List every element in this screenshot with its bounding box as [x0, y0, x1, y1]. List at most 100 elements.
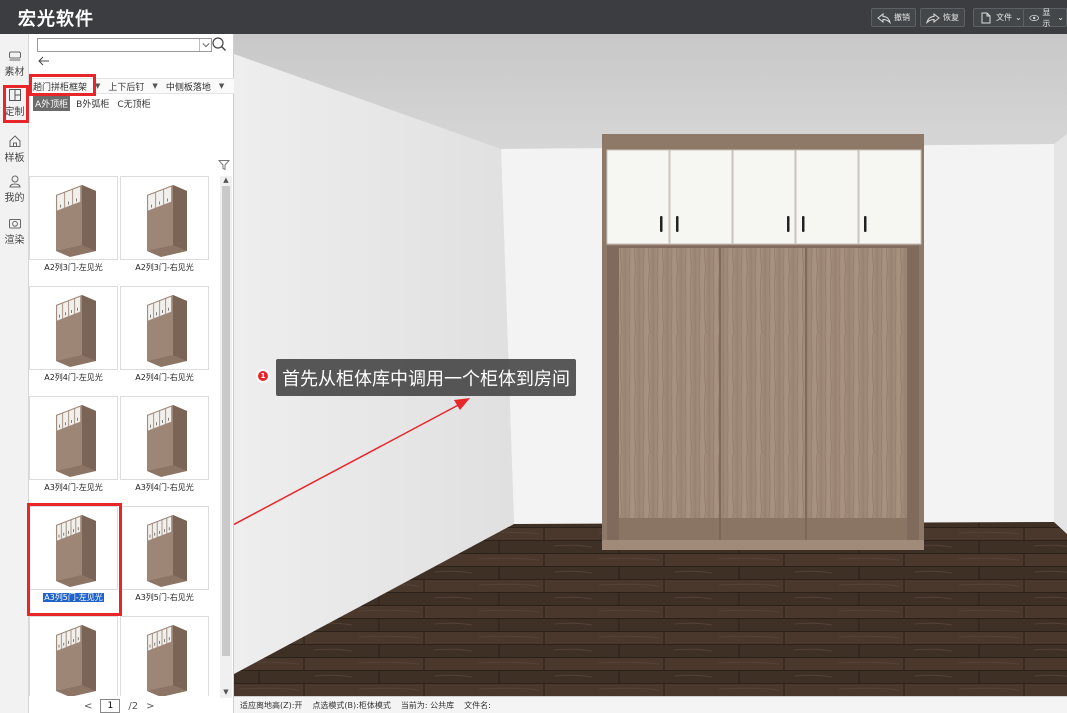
cabinet-label: A2列3门-右见光 [120, 262, 209, 273]
chevron-down-icon [199, 39, 211, 51]
highlight-box-custom [3, 85, 29, 123]
filter-funnel-icon[interactable] [218, 159, 230, 171]
wardrobe-cabinet[interactable] [602, 134, 924, 550]
cabinet-label-text: A2列4门-右见光 [135, 373, 194, 382]
material-icon [8, 51, 21, 61]
cabinet-label-text: A2列3门-左见光 [44, 263, 103, 272]
dropdown-icon: ▼ [218, 82, 225, 90]
camera-icon [8, 219, 21, 229]
template-icon [9, 135, 20, 147]
cabinet-label-text: A3列4门-左见光 [44, 483, 103, 492]
cabinet-label: A2列4门-左见光 [29, 372, 118, 383]
file-label: 文件 [996, 13, 1012, 22]
cabinet-thumbnail[interactable] [29, 616, 118, 696]
cabinet-grid: A2列3门-左见光 A2列3门-右见光 A2列4门-左见光 A2列4门-右见光 A3列4… [29, 176, 219, 696]
redo-label: 恢复 [943, 13, 959, 22]
undo-label: 撤销 [894, 13, 910, 22]
cabinet-thumbnail-icon [147, 625, 187, 696]
filter-side-panel[interactable]: 中侧板落地 [162, 80, 215, 93]
library-select[interactable] [37, 38, 212, 52]
cabinet-thumbnail[interactable] [29, 396, 118, 480]
cabinet-thumbnail-icon [147, 515, 187, 587]
cabinet-label: A2列4门-右见光 [120, 372, 209, 383]
redo-icon [926, 12, 940, 24]
cabinet-card[interactable]: A3列4门-左见光 [29, 396, 118, 496]
grid-scrollbar[interactable]: ▲ ▼ [220, 176, 232, 698]
status-select-mode[interactable]: 点选模式(B):柜体模式 [312, 700, 390, 711]
status-file-name: 文件名: [464, 700, 491, 710]
tab-a-outer-top[interactable]: A外顶柜 [33, 96, 71, 111]
cabinet-thumbnail[interactable] [29, 286, 118, 370]
cabinet-card[interactable]: A2列4门-右见光 [120, 286, 209, 386]
cabinet-thumbnail[interactable] [120, 506, 209, 590]
redo-button[interactable]: 恢复 [920, 8, 965, 27]
status-current-library: 当前为: 公共库 [400, 700, 455, 710]
filter-nail[interactable]: 上下后钉 [104, 80, 148, 93]
tab-b-outer-arc[interactable]: B外弧柜 [74, 96, 111, 111]
cabinet-thumbnail-icon [147, 295, 187, 367]
cabinet-thumbnail-icon [56, 185, 96, 257]
status-floor-height[interactable]: 适应离地高(Z):开 [240, 700, 302, 711]
rail-item-mine[interactable]: 我的 [0, 174, 29, 214]
user-icon [8, 175, 21, 188]
rail-label: 渲染 [4, 235, 25, 246]
cabinet-thumbnail[interactable] [29, 176, 118, 260]
left-icon-rail: 素材 定制 样板 我的 渲染 [0, 34, 29, 713]
prev-page-button[interactable]: < [84, 701, 92, 712]
cabinet-thumbnail-icon [147, 185, 187, 257]
status-bar: 适应离地高(Z):开 点选模式(B):柜体模式 当前为: 公共库 文件名: [234, 696, 1067, 713]
cabinet-card[interactable]: A3列5门-右见光 [120, 506, 209, 606]
cabinet-label-text: A3列4门-右见光 [135, 483, 194, 492]
next-page-button[interactable]: > [146, 701, 154, 712]
cabinet-label-text: A2列4门-左见光 [44, 373, 103, 382]
highlight-box-filter [29, 74, 96, 96]
scroll-thumb[interactable] [222, 186, 230, 656]
cabinet-label: A3列4门-右见光 [120, 482, 209, 493]
display-label: 显示 [1042, 7, 1051, 28]
cabinet-thumbnail-icon [56, 405, 96, 477]
cabinet-card[interactable]: A2列3门-左见光 [29, 176, 118, 276]
cabinet-card[interactable]: A2列4门-左见光 [29, 286, 118, 386]
cabinet-card[interactable] [29, 616, 118, 696]
cabinet-card[interactable] [120, 616, 209, 696]
cabinet-thumbnail[interactable] [120, 396, 209, 480]
cabinet-thumbnail-icon [56, 625, 96, 696]
cabinet-thumbnail-icon [56, 295, 96, 367]
highlight-box-selected-cabinet [27, 503, 122, 616]
pager: < /2 > [84, 699, 155, 713]
scroll-up-icon[interactable]: ▲ [221, 176, 231, 186]
chevron-down-icon: ⌄ [1057, 13, 1064, 22]
annotation-callout: 首先从柜体库中调用一个柜体到房间 [276, 359, 576, 396]
back-arrow-icon[interactable] [37, 54, 51, 68]
cabinet-label: A2列3门-左见光 [29, 262, 118, 273]
chevron-down-icon: ⌄ [1015, 13, 1022, 22]
file-icon [981, 12, 991, 23]
display-menu-button[interactable]: 显示 ⌄ [1023, 7, 1067, 28]
rail-item-template[interactable]: 样板 [0, 134, 29, 174]
eye-icon [1029, 14, 1040, 21]
rail-item-material[interactable]: 素材 [0, 48, 29, 88]
search-icon[interactable] [211, 36, 227, 52]
cabinet-thumbnail[interactable] [120, 616, 209, 696]
cabinet-thumbnail[interactable] [120, 286, 209, 370]
app-title: 宏光软件 [18, 9, 94, 30]
file-menu-button[interactable]: 文件 ⌄ [973, 8, 1028, 27]
scroll-down-icon[interactable]: ▼ [221, 688, 231, 698]
page-total: /2 [128, 700, 139, 712]
rail-label: 样板 [4, 153, 25, 164]
rail-label: 我的 [4, 193, 25, 204]
rail-item-render[interactable]: 渲染 [0, 216, 29, 256]
cabinet-card[interactable]: A3列4门-右见光 [120, 396, 209, 496]
undo-button[interactable]: 撤销 [871, 8, 916, 27]
tab-c-no-top[interactable]: C无顶柜 [115, 96, 152, 111]
cabinet-label: A3列5门-右见光 [120, 592, 209, 603]
cabinet-label: A3列4门-左见光 [29, 482, 118, 493]
undo-icon [877, 12, 891, 24]
cabinet-thumbnail[interactable] [120, 176, 209, 260]
rail-label: 素材 [4, 67, 25, 78]
page-input[interactable] [100, 699, 121, 713]
cabinet-card[interactable]: A2列3门-右见光 [120, 176, 209, 276]
annotation-number-badge: 1 [256, 369, 270, 383]
cabinet-thumbnail-icon [147, 405, 187, 477]
sub-tabs: A外顶柜 B外弧柜 C无顶柜 [33, 96, 153, 111]
